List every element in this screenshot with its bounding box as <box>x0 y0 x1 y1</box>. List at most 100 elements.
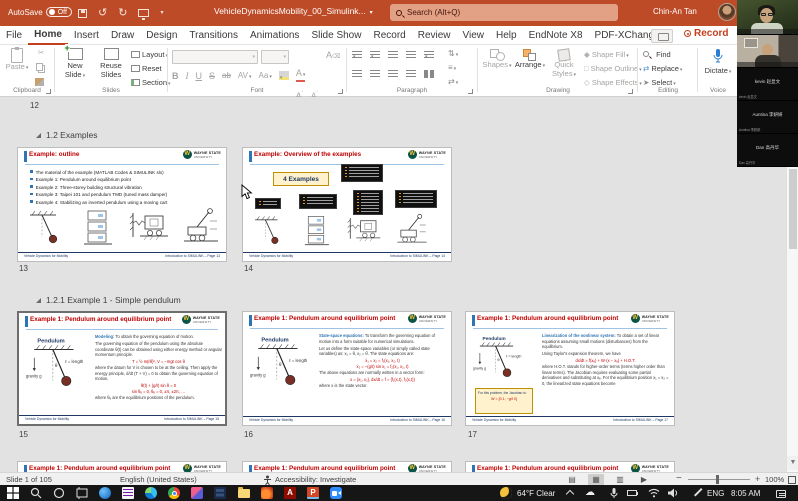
tab-insert[interactable]: Insert <box>68 26 105 45</box>
section-collapse-icon[interactable] <box>36 298 41 303</box>
zoom-slider-track[interactable] <box>688 479 750 480</box>
taskbar-search-icon[interactable] <box>30 487 42 499</box>
section-header-examples[interactable]: 1.2 Examples <box>36 130 98 140</box>
chrome-icon[interactable] <box>168 487 180 499</box>
cortana-icon[interactable] <box>53 487 65 499</box>
accessibility-status[interactable]: Accessibility: Investigate <box>275 475 356 484</box>
slide-thumbnail-15[interactable]: Example 1: Pendulum around equilibrium p… <box>17 311 227 426</box>
underline-button[interactable]: U <box>196 71 203 81</box>
task-view-icon[interactable] <box>76 487 88 499</box>
zoom-in-button[interactable]: + <box>755 474 760 484</box>
tab-animations[interactable]: Animations <box>244 26 305 45</box>
drawing-dialog-launcher[interactable] <box>628 89 633 94</box>
autosave-toggle[interactable]: AutoSave Off <box>8 7 72 17</box>
edge-icon[interactable] <box>145 487 157 499</box>
wifi-icon[interactable] <box>648 487 660 499</box>
align-text-button[interactable]: ≡ <box>448 63 456 72</box>
font-name-combo[interactable] <box>172 50 258 64</box>
tab-slide-show[interactable]: Slide Show <box>305 26 367 45</box>
acrobat-icon[interactable]: A <box>284 487 296 499</box>
section-collapse-icon[interactable] <box>36 133 41 138</box>
font-size-combo[interactable] <box>261 50 289 64</box>
document-title[interactable]: VehicleDynamicsMobility_00_Simulink... <box>214 6 373 16</box>
shape-effects-button[interactable]: ◇ Shape Effects <box>584 78 642 87</box>
clipboard-dialog-launcher[interactable] <box>46 89 51 94</box>
zoom-app-icon[interactable] <box>330 487 342 499</box>
change-case-button[interactable]: Aa <box>259 71 272 80</box>
copy-button[interactable] <box>36 63 43 71</box>
comments-button[interactable] <box>651 29 673 43</box>
justify-button[interactable] <box>406 70 416 78</box>
start-button-icon[interactable] <box>7 487 19 499</box>
scrollbar-thumb[interactable] <box>789 169 797 249</box>
character-spacing-button[interactable]: AV <box>238 71 252 80</box>
grid-app-icon[interactable] <box>214 487 226 499</box>
reset-button[interactable]: Reset <box>131 64 162 73</box>
tab-design[interactable]: Design <box>140 26 183 45</box>
save-icon[interactable] <box>78 9 87 18</box>
replace-button[interactable]: ⇄ Replace <box>643 64 682 73</box>
tab-help[interactable]: Help <box>490 26 523 45</box>
normal-view-button[interactable]: ▤ <box>564 474 580 485</box>
microphone-tray-icon[interactable] <box>608 487 620 499</box>
onedrive-icon[interactable]: ☁ <box>585 487 595 498</box>
section-header-example1[interactable]: 1.2.1 Example 1 - Simple pendulum <box>36 295 181 305</box>
align-right-button[interactable] <box>388 70 398 78</box>
search-input[interactable]: Search (Alt+Q) <box>390 4 618 21</box>
matlab-icon[interactable] <box>261 487 273 499</box>
undo-icon[interactable]: ↺ <box>98 7 107 19</box>
new-slide-button[interactable]: New Slide <box>58 48 92 80</box>
layout-button[interactable]: Layout <box>131 50 168 59</box>
select-button[interactable]: ➤ Select <box>643 78 676 87</box>
slide-show-button[interactable]: ▶ <box>636 474 652 485</box>
clear-formatting-button[interactable]: A⌫ <box>326 50 341 60</box>
participant-video-tile[interactable]: Dan 高丹华 Dan 高丹华 <box>737 134 798 167</box>
slide-thumbnail-14[interactable]: Example: Overview of the examples W WAYN… <box>242 147 452 262</box>
user-name[interactable]: Chin-An Tan <box>653 7 697 16</box>
tab-draw[interactable]: Draw <box>105 26 140 45</box>
file-explorer-icon[interactable] <box>238 487 250 499</box>
highlight-color-button[interactable] <box>279 71 289 80</box>
numbering-button[interactable] <box>370 51 380 59</box>
start-presentation-icon[interactable] <box>138 9 149 17</box>
participant-video-tile[interactable]: kevin 赵显文 kevin 赵显文 <box>737 68 798 101</box>
reading-view-button[interactable]: ▥ <box>612 474 628 485</box>
weather-moon-icon[interactable] <box>500 487 512 499</box>
align-center-button[interactable] <box>370 70 380 78</box>
format-painter-button[interactable] <box>35 78 44 86</box>
tab-view[interactable]: View <box>457 26 491 45</box>
tab-review[interactable]: Review <box>412 26 457 45</box>
shape-fill-button[interactable]: ◆ Shape Fill <box>584 50 629 59</box>
shapes-button[interactable]: Shapes <box>482 49 512 71</box>
tab-endnote[interactable]: EndNote X8 <box>523 26 589 45</box>
fit-slide-button[interactable] <box>788 476 796 484</box>
language-indicator[interactable]: English (United States) <box>120 475 197 484</box>
double-strike-button[interactable]: ab <box>222 71 231 80</box>
speaker-icon[interactable] <box>667 487 679 499</box>
bold-button[interactable]: B <box>172 71 179 81</box>
action-center-icon[interactable] <box>776 487 788 499</box>
participant-video-tile[interactable]: Auntina 李妍妍 Auntina 李妍妍 <box>737 101 798 134</box>
tab-record[interactable]: Record <box>367 26 411 45</box>
italic-button[interactable]: I <box>186 71 189 81</box>
slide-thumbnail-16[interactable]: Example 1: Pendulum around equilibrium p… <box>242 311 452 426</box>
decrease-indent-button[interactable] <box>388 51 398 59</box>
qat-customize-icon[interactable]: ▾ <box>160 7 163 19</box>
participant-video-tile[interactable] <box>737 0 798 35</box>
clock[interactable]: 8:05 AM <box>731 489 760 498</box>
zoom-slider-thumb[interactable] <box>716 475 719 484</box>
section-button[interactable]: Section <box>131 78 171 87</box>
battery-icon[interactable] <box>627 487 639 499</box>
zoom-out-button[interactable]: − <box>676 473 682 484</box>
slide-indicator[interactable]: Slide 1 of 105 <box>6 475 52 484</box>
cut-button[interactable]: ✂ <box>33 49 49 58</box>
pen-tray-icon[interactable] <box>689 487 701 499</box>
strikethrough-button[interactable]: S <box>209 71 215 81</box>
arrange-button[interactable]: Arrange <box>514 49 546 71</box>
tab-home[interactable]: Home <box>28 26 68 45</box>
tray-expand-icon[interactable] <box>567 487 579 499</box>
tab-transitions[interactable]: Transitions <box>183 26 244 45</box>
scrollbar-down-arrow[interactable]: ▼ <box>787 456 798 470</box>
avatar[interactable] <box>718 3 736 21</box>
paragraph-dialog-launcher[interactable] <box>468 89 473 94</box>
